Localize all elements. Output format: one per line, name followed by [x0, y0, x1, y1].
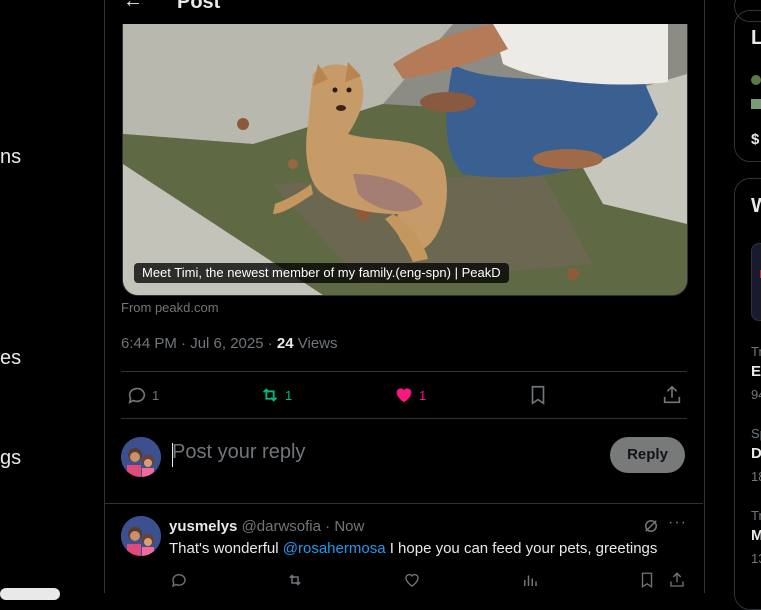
card-heading: L: [751, 27, 761, 49]
reply-action[interactable]: 1: [126, 384, 159, 406]
heart-icon: [396, 388, 412, 403]
bookmark-action[interactable]: [527, 384, 549, 406]
link-source[interactable]: From peakd.com: [121, 300, 219, 315]
user-avatar[interactable]: [121, 437, 161, 477]
grok-icon[interactable]: [642, 517, 660, 540]
like-count: 1: [419, 387, 427, 403]
link-card-image[interactable]: [122, 24, 688, 296]
views-label: Views: [293, 335, 338, 352]
card-heading: W: [751, 195, 761, 217]
more-options-icon[interactable]: ···: [668, 514, 687, 532]
reply-author-handle[interactable]: @darwsofia · Now: [242, 518, 365, 535]
reply-input[interactable]: Post your reply: [172, 441, 305, 464]
like-action[interactable]: [403, 571, 421, 594]
image-icon: [751, 99, 761, 109]
heart-outline-icon: [405, 573, 419, 587]
share-action[interactable]: [661, 384, 683, 406]
header-bar: ← Post: [105, 0, 703, 24]
views-action[interactable]: [521, 571, 539, 594]
views-count: 24: [276, 335, 294, 352]
mention-link[interactable]: @rosahermosa: [283, 540, 386, 557]
sidebar-card-fragment: L $: [734, 10, 761, 162]
promo-thumbnail[interactable]: [751, 243, 761, 321]
trend-label: Tr: [751, 508, 761, 523]
avatar-photo: [121, 516, 161, 556]
nav-item-fragment[interactable]: es: [0, 347, 21, 370]
nav-item-fragment[interactable]: ns: [0, 146, 21, 169]
reply-text: That's wonderful @rosahermosa I hope you…: [169, 540, 657, 557]
price-fragment: $: [751, 131, 760, 148]
reply-author-avatar[interactable]: [121, 516, 161, 556]
back-arrow-icon[interactable]: ←: [123, 0, 143, 13]
reply-text-start: That's wonderful: [169, 540, 283, 557]
repost-action[interactable]: 1: [259, 384, 292, 406]
analytics-icon: [524, 575, 537, 586]
trend-title[interactable]: D: [751, 445, 761, 462]
repost-icon: [262, 388, 278, 402]
trend-count: 13: [751, 551, 761, 566]
comment-icon: [128, 387, 146, 404]
share-action[interactable]: [668, 571, 686, 594]
bookmark-icon: [641, 572, 653, 589]
reply-button[interactable]: Reply: [610, 437, 685, 473]
reply-action[interactable]: [170, 571, 188, 594]
photo-dog-being-petted: [123, 24, 687, 295]
share-icon: [663, 385, 681, 404]
repost-action[interactable]: [286, 571, 304, 594]
share-icon: [670, 572, 684, 587]
trend-title[interactable]: M: [751, 527, 761, 544]
bookmark-action[interactable]: [638, 571, 656, 594]
reply-author[interactable]: yusmelys @darwsofia · Now: [169, 518, 364, 535]
trend-label: Tr: [751, 344, 761, 359]
trend-label: Sp: [751, 426, 761, 441]
trend-count: 18: [751, 469, 761, 484]
reply-author-name[interactable]: yusmelys: [169, 518, 237, 535]
post-button-fragment[interactable]: [0, 588, 60, 600]
nav-item-fragment[interactable]: gs: [0, 447, 21, 470]
trend-count: 94: [751, 387, 761, 402]
divider: [105, 503, 703, 504]
post-meta: 6:44 PM · Jul 6, 2025 · 24 Views: [121, 335, 338, 352]
trend-title[interactable]: E: [751, 363, 761, 380]
divider: [121, 418, 687, 419]
like-action[interactable]: 1: [393, 384, 426, 406]
repost-icon: [289, 574, 301, 586]
comment-icon: [171, 574, 186, 588]
reply-text-end: I hope you can feed your pets, greetings: [385, 540, 658, 557]
page-title: Post: [177, 0, 221, 13]
post-timestamp[interactable]: 6:44 PM · Jul 6, 2025 ·: [121, 335, 277, 352]
link-card-caption[interactable]: Meet Timi, the newest member of my famil…: [134, 263, 509, 283]
avatar-photo: [121, 437, 161, 477]
reply-count: 1: [152, 387, 160, 403]
repost-count: 1: [285, 387, 293, 403]
trends-card-fragment: W Tr E 94 Sp D 18 Tr M 13: [734, 178, 761, 610]
divider: [121, 371, 687, 372]
bookmark-icon: [531, 385, 545, 405]
emoji-icon: [751, 75, 761, 85]
